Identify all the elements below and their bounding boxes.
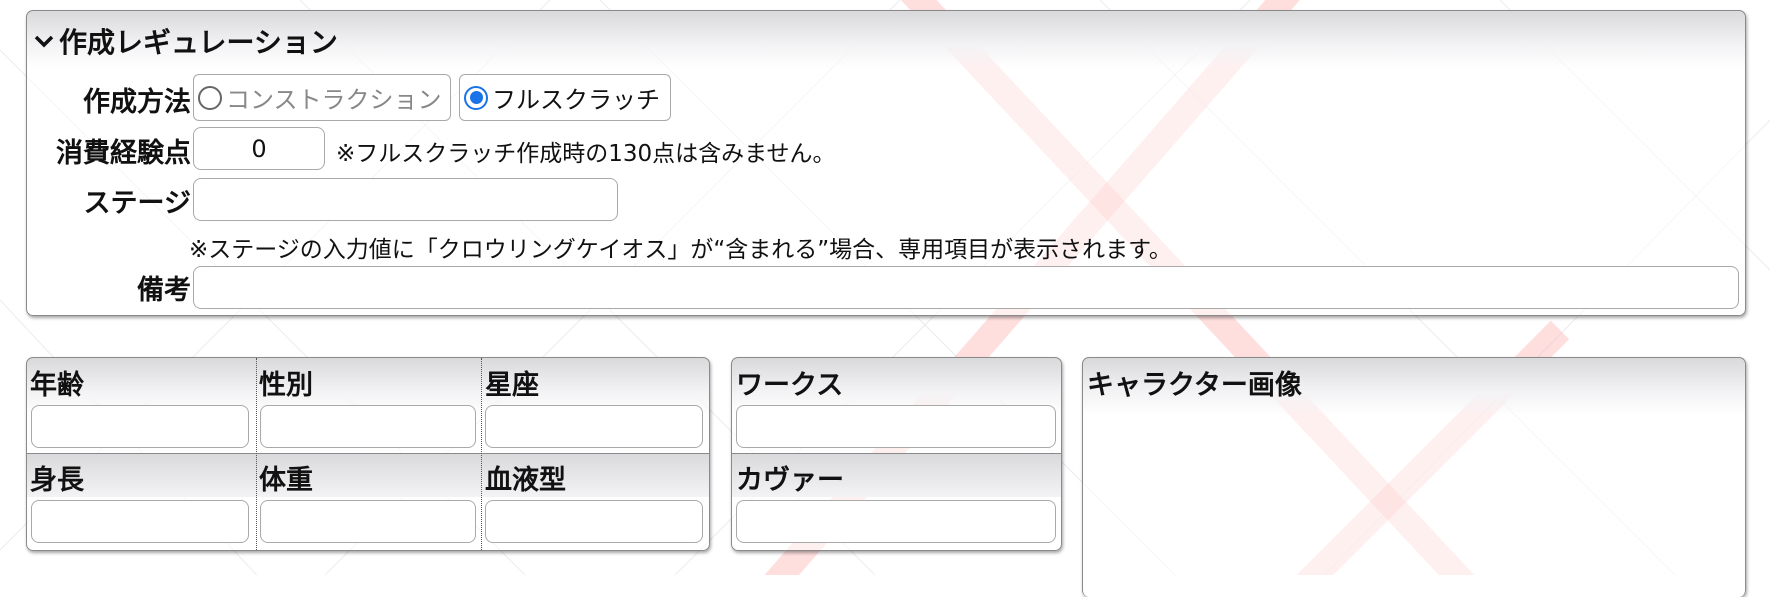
blood-label: 血液型 xyxy=(485,465,566,496)
cover-input[interactable] xyxy=(736,500,1056,543)
chevron-down-icon xyxy=(34,35,54,48)
exp-note: ※フルスクラッチ作成時の130点は含みません。 xyxy=(336,141,836,167)
blood-input[interactable] xyxy=(485,500,703,543)
remarks-label: 備考 xyxy=(137,275,191,306)
method-option-label: コンストラクション xyxy=(226,86,442,114)
sign-input[interactable] xyxy=(485,405,703,448)
profile-panel: 年齢 性別 星座 身長 体重 血液型 xyxy=(26,357,710,551)
regulation-panel: 作成レギュレーション 作成方法 コンストラクション フルスクラッチ 消費経験点 … xyxy=(26,10,1746,316)
header-band xyxy=(27,453,709,497)
age-input[interactable] xyxy=(31,405,249,448)
gender-label: 性別 xyxy=(259,370,313,401)
works-panel: ワークス カヴァー xyxy=(731,357,1062,551)
cover-label: カヴァー xyxy=(736,465,844,496)
works-input[interactable] xyxy=(736,405,1056,448)
remarks-input[interactable] xyxy=(193,266,1739,309)
radio-selected-icon xyxy=(464,85,488,110)
character-image-panel: キャラクター画像 xyxy=(1082,357,1746,597)
character-image-dropzone[interactable] xyxy=(1083,402,1743,592)
stage-label: ステージ xyxy=(83,188,191,219)
exp-label: 消費経験点 xyxy=(56,138,191,169)
weight-input[interactable] xyxy=(260,500,476,543)
weight-label: 体重 xyxy=(259,465,313,496)
sign-label: 星座 xyxy=(485,370,539,401)
divider xyxy=(256,358,257,550)
stage-note: ※ステージの入力値に「クロウリングケイオス」が“含まれる”場合、専用項目が表示さ… xyxy=(189,237,1172,263)
stage-input[interactable] xyxy=(193,178,618,221)
divider xyxy=(732,453,1061,454)
method-option-fullscratch[interactable]: フルスクラッチ xyxy=(459,74,671,121)
character-image-title: キャラクター画像 xyxy=(1087,370,1302,401)
method-option-label: フルスクラッチ xyxy=(492,86,660,114)
exp-input[interactable]: 0 xyxy=(193,127,325,170)
regulation-toggle[interactable]: 作成レギュレーション xyxy=(33,21,338,61)
regulation-title: 作成レギュレーション xyxy=(59,26,338,59)
gender-input[interactable] xyxy=(260,405,476,448)
divider xyxy=(481,358,482,550)
divider xyxy=(27,453,709,454)
height-input[interactable] xyxy=(31,500,249,543)
age-label: 年齢 xyxy=(30,370,84,401)
method-option-construction[interactable]: コンストラクション xyxy=(193,74,451,121)
radio-unselected-icon xyxy=(198,85,222,110)
works-label: ワークス xyxy=(736,370,844,401)
method-label: 作成方法 xyxy=(83,87,191,118)
height-label: 身長 xyxy=(30,465,84,496)
